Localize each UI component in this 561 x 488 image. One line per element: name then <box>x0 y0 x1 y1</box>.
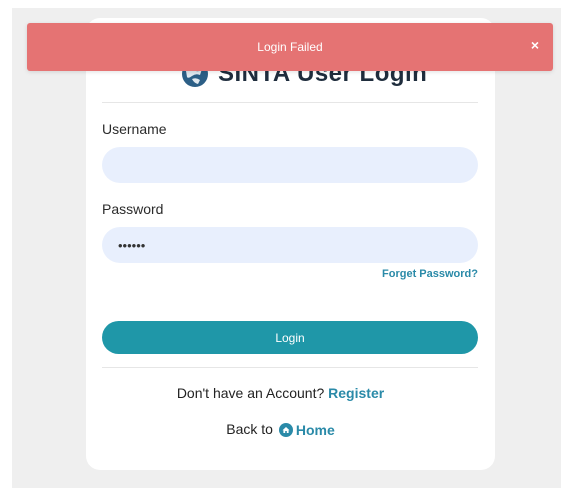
forget-password-link[interactable]: Forget Password? <box>382 268 478 280</box>
password-label: Password <box>102 201 164 217</box>
error-toast: Login Failed × <box>27 23 553 71</box>
no-account-text: Don't have an Account? <box>176 385 325 401</box>
register-link[interactable]: Register <box>328 385 384 401</box>
username-input[interactable] <box>102 147 478 183</box>
home-link[interactable]: Home <box>277 422 335 438</box>
username-label: Username <box>102 121 167 137</box>
toast-message: Login Failed <box>257 40 323 54</box>
register-prompt: Don't have an Account? Register <box>0 385 561 401</box>
footer-divider <box>102 367 478 368</box>
login-button[interactable]: Login <box>102 321 478 354</box>
password-input[interactable] <box>102 227 478 263</box>
home-icon <box>278 423 293 438</box>
home-link-label: Home <box>295 422 335 439</box>
back-to-text: Back to <box>226 421 273 437</box>
close-icon[interactable]: × <box>531 37 539 53</box>
header-divider <box>102 102 478 103</box>
back-home-prompt: Back to Home <box>0 421 561 438</box>
